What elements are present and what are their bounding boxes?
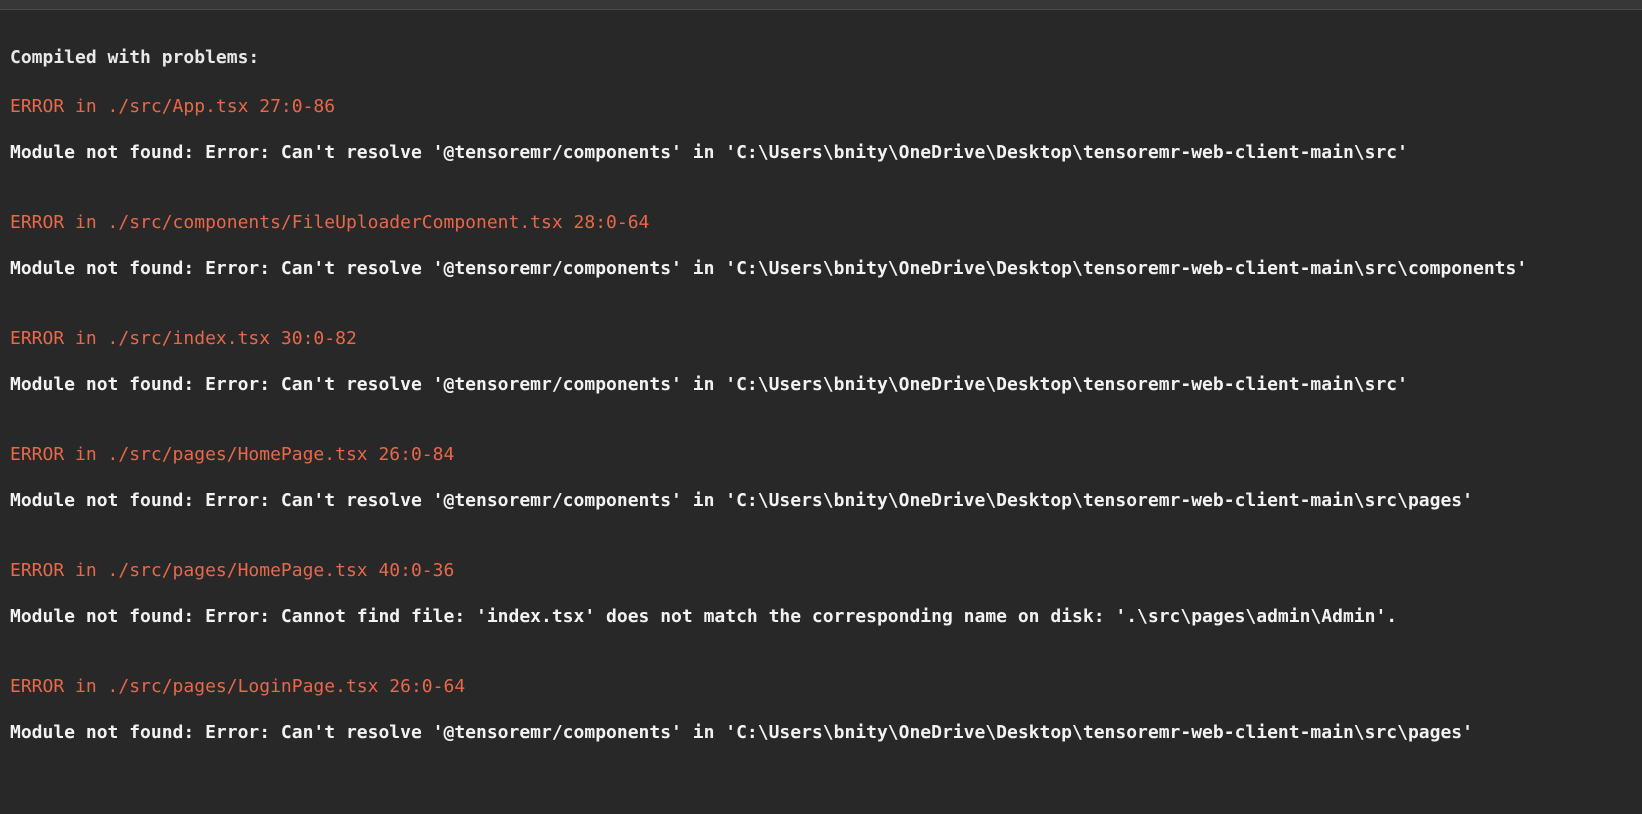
error-title: ERROR in ./src/pages/HomePage.tsx 26:0-8… bbox=[10, 444, 455, 465]
error-message: Module not found: Error: Can't resolve '… bbox=[10, 722, 1473, 743]
error-message: Module not found: Error: Can't resolve '… bbox=[10, 142, 1408, 163]
top-bar bbox=[0, 0, 1642, 10]
error-title: ERROR in ./src/App.tsx 27:0-86 bbox=[10, 96, 336, 117]
error-entry: ERROR in ./src/App.tsx 27:0-86 Module no… bbox=[10, 94, 1642, 165]
error-entry: ERROR in ./src/pages/HomePage.tsx 26:0-8… bbox=[10, 442, 1642, 513]
error-title: ERROR in ./src/index.tsx 30:0-82 bbox=[10, 328, 357, 349]
error-message: Module not found: Error: Can't resolve '… bbox=[10, 258, 1528, 279]
error-title: ERROR in ./src/components/FileUploaderCo… bbox=[10, 212, 650, 233]
compile-error-overlay: Compiled with problems: ERROR in ./src/A… bbox=[10, 45, 1642, 745]
error-entry: ERROR in ./src/pages/HomePage.tsx 40:0-3… bbox=[10, 558, 1642, 629]
error-message: Module not found: Error: Can't resolve '… bbox=[10, 490, 1473, 511]
overlay-heading: Compiled with problems: bbox=[10, 47, 260, 68]
error-message: Module not found: Error: Cannot find fil… bbox=[10, 606, 1398, 627]
error-title: ERROR in ./src/pages/HomePage.tsx 40:0-3… bbox=[10, 560, 455, 581]
error-entry: ERROR in ./src/index.tsx 30:0-82 Module … bbox=[10, 326, 1642, 397]
error-entry: ERROR in ./src/components/FileUploaderCo… bbox=[10, 210, 1642, 281]
error-message: Module not found: Error: Can't resolve '… bbox=[10, 374, 1408, 395]
error-entry: ERROR in ./src/pages/LoginPage.tsx 26:0-… bbox=[10, 674, 1642, 745]
error-title: ERROR in ./src/pages/LoginPage.tsx 26:0-… bbox=[10, 676, 466, 697]
